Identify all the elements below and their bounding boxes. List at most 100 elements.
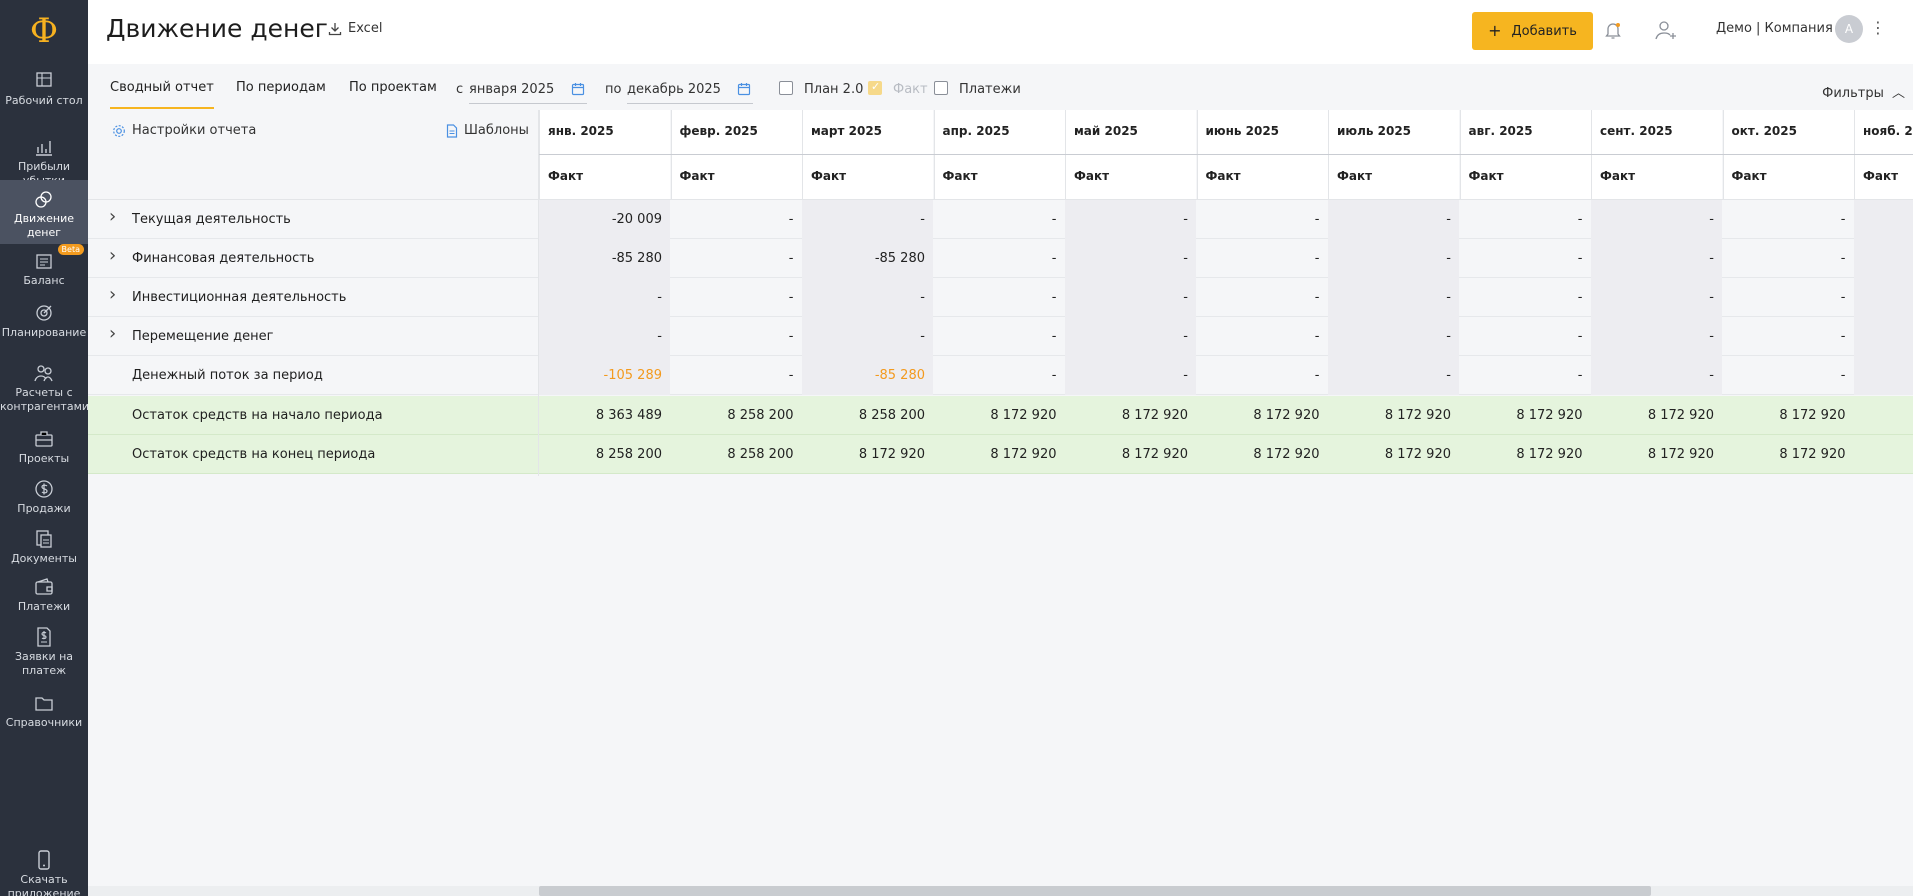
table-cell — [1854, 278, 1913, 317]
document-icon — [446, 123, 458, 138]
filters-label: Фильтры — [1822, 86, 1884, 101]
fact-subheader: Факт — [1196, 155, 1328, 199]
report-settings-button[interactable]: Настройки отчета — [112, 123, 256, 138]
table-cell: - — [1840, 368, 1846, 383]
scrollbar-thumb[interactable] — [539, 886, 1651, 896]
chevron-right-icon[interactable]: › — [109, 284, 116, 305]
payments-checkbox[interactable] — [934, 81, 948, 95]
sidebar-item-label: Движение денег — [13, 212, 74, 239]
filters-toggle[interactable]: Фильтры ︿ — [1822, 82, 1905, 101]
date-from-value: января 2025 — [469, 82, 555, 97]
sidebar-item-wallet[interactable]: Платежи — [0, 570, 88, 620]
table-cell: 8 172 920 — [1647, 447, 1714, 462]
sidebar-item-target[interactable]: Планирование — [0, 296, 88, 346]
table-cell: - — [1314, 368, 1320, 383]
fact-subheader: Факт — [539, 155, 670, 199]
table-cell: 8 172 920 — [858, 447, 925, 462]
table-cell: 8 — [1854, 396, 1913, 435]
add-label: Добавить — [1511, 23, 1577, 39]
documents-icon — [36, 530, 52, 548]
table-cell: - — [1591, 239, 1722, 278]
fact-subheader: Факт — [1459, 155, 1591, 199]
table-cell: 8 172 920 — [1779, 408, 1846, 423]
chevron-right-icon[interactable]: › — [109, 323, 116, 344]
fact-label: Факт — [893, 82, 928, 97]
sidebar-item-label: Баланс — [23, 274, 65, 287]
tab-summary[interactable]: Сводный отчет — [110, 80, 214, 109]
table-cell: - — [1314, 290, 1320, 305]
table-cell: - — [1840, 290, 1846, 305]
table-row[interactable]: › Перемещение денег - - - - - - - - - - — [88, 317, 1913, 356]
excel-export-button[interactable]: Excel — [328, 21, 382, 36]
notification-bell-icon[interactable] — [1602, 19, 1624, 41]
row-label: Остаток средств на конец периода — [132, 447, 376, 462]
sidebar-item-label: Документы — [11, 552, 77, 565]
table-row: Остаток средств на начало периода 8 363 4… — [88, 396, 1913, 435]
calendar-icon[interactable] — [737, 82, 751, 96]
top-header: Движение денег Excel + Добавить Демо | К… — [88, 0, 1913, 64]
table-cell: 8 258 200 — [727, 447, 794, 462]
chevron-right-icon[interactable]: › — [109, 245, 116, 266]
avatar[interactable]: А — [1835, 15, 1863, 43]
sidebar-item-label: Заявки на платеж — [14, 650, 74, 677]
app-logo[interactable]: Ф — [0, 0, 88, 62]
sidebar-item-folder[interactable]: Справочники — [0, 686, 88, 736]
table-cell: 8 172 920 — [990, 408, 1057, 423]
add-user-icon[interactable] — [1654, 19, 1678, 41]
table-cell: - — [1840, 251, 1846, 266]
row-label: Перемещение денег — [132, 329, 274, 344]
chevron-up-icon: ︿ — [1891, 86, 1905, 101]
sidebar-item-documents[interactable]: Документы — [0, 522, 88, 572]
fact-subheader: Факт — [1722, 155, 1854, 199]
sidebar-item-balance[interactable]: Баланс Beta — [0, 244, 88, 294]
date-from-field[interactable]: января 2025 — [469, 74, 587, 104]
table-cell: - — [1051, 329, 1057, 344]
month-header: июль 2025 — [1328, 110, 1459, 154]
table-cell: - — [1328, 200, 1459, 239]
table-cell: - — [1065, 317, 1196, 356]
calendar-icon[interactable] — [571, 82, 585, 96]
plan-checkbox[interactable] — [779, 81, 793, 95]
report-toolbar: Сводный отчет По периодам По проектам с … — [88, 64, 1913, 110]
sidebar-item-dollar[interactable]: Продажи — [0, 472, 88, 522]
date-to-field[interactable]: декабрь 2025 — [627, 74, 753, 104]
table-cell: - — [1591, 200, 1722, 239]
tab-periods[interactable]: По периодам — [236, 80, 326, 107]
from-label: с — [456, 82, 464, 97]
add-button[interactable]: + Добавить — [1472, 12, 1593, 50]
table-row[interactable]: › Инвестиционная деятельность - - - - - - - - - - — [88, 278, 1913, 317]
table-row[interactable]: › Финансовая деятельность -85 280 - -85 280 -… — [88, 239, 1913, 278]
fact-subheader: Факт — [1065, 155, 1196, 199]
more-menu-icon[interactable]: ⋮ — [1870, 18, 1886, 37]
phone-icon — [38, 850, 50, 870]
sidebar-item-label: Справочники — [5, 716, 83, 729]
month-header: авг. 2025 — [1459, 110, 1591, 154]
table-cell: -85 280 — [802, 239, 933, 278]
row-label: Финансовая деятельность — [132, 251, 315, 266]
chevron-right-icon[interactable]: › — [109, 206, 116, 227]
table-cell: -85 280 — [539, 239, 670, 278]
sidebar-item-desktop[interactable]: Рабочий стол — [0, 64, 88, 114]
sidebar-item-people[interactable]: Расчеты с контрагентами — [0, 356, 89, 420]
sidebar-item-chart[interactable]: Прибыли убытки — [0, 130, 88, 187]
sidebar-item-briefcase[interactable]: Проекты — [0, 422, 88, 472]
sidebar-item-label: Планирование — [1, 326, 87, 339]
table-row[interactable]: › Текущая деятельность -20 009- - - - - - - - - — [88, 200, 1913, 239]
table-cell: - — [1328, 356, 1459, 395]
download-app-button[interactable]: Скачать приложение — [0, 849, 88, 896]
month-header: окт. 2025 — [1722, 110, 1854, 154]
folder-icon — [35, 697, 53, 711]
month-header: янв. 2025 — [539, 110, 670, 154]
user-name[interactable]: Демо | Компания — [1716, 21, 1833, 36]
table-cell: 8 172 920 — [990, 447, 1057, 462]
sidebar-item-money-flow[interactable]: Движение денег — [0, 180, 88, 244]
tab-projects[interactable]: По проектам — [349, 80, 437, 107]
templates-button[interactable]: Шаблоны — [446, 123, 529, 138]
table-cell: 8 258 200 — [727, 408, 794, 423]
sidebar-item-label: Проекты — [18, 452, 70, 465]
table-cell: - — [802, 200, 933, 239]
table-cell: 8 172 920 — [1384, 447, 1451, 462]
table-cell: - — [1328, 317, 1459, 356]
table-cell: 8 172 920 — [1253, 447, 1320, 462]
sidebar-item-request[interactable]: Заявки на платеж — [0, 620, 88, 684]
